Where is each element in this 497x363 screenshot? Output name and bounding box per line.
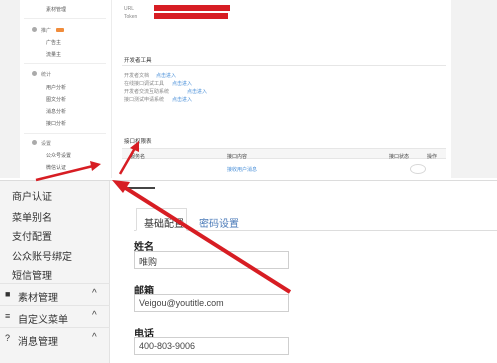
col-action: 操作 xyxy=(427,154,438,160)
sidebar-divider xyxy=(24,63,106,64)
status-indicator xyxy=(410,164,426,174)
menu-item-sms-manage[interactable]: 短信管理 xyxy=(12,267,52,282)
sidebar-item-user-analysis[interactable]: 用户分析 xyxy=(46,84,66,91)
divider xyxy=(122,65,446,66)
new-badge xyxy=(56,28,64,32)
stats-icon xyxy=(32,71,37,76)
name-field[interactable]: 唯购 xyxy=(134,251,289,269)
header-underline xyxy=(124,187,155,189)
background-admin-screenshot: 素材管理 推广 广告主 流量主 统计 用户分析 图文分析 消息分析 接口分析 设… xyxy=(0,0,497,178)
tool-label: 接口测试申请系统 xyxy=(124,97,165,103)
chat-icon: ? xyxy=(5,333,11,343)
dev-tools-title: 开发者工具 xyxy=(124,58,152,64)
sidebar-item-api-analysis[interactable]: 接口分析 xyxy=(46,120,66,127)
menu-group-material[interactable]: ■ 素材管理 ^ xyxy=(0,283,110,304)
menu-group-custom-menu[interactable]: ≡ 自定义菜单 ^ xyxy=(0,305,110,326)
settings-content: 基础配置 密码设置 姓名 唯购 邮箱 Veigou@youtitle.com 电… xyxy=(110,181,497,363)
col-service: 服务名 xyxy=(130,154,146,160)
admin-main-panel: URL Token 开发者工具 开发者文档 点击进入 在线接口调试工具 点击进入… xyxy=(111,0,451,178)
menu-group-label: 消息管理 xyxy=(18,337,58,348)
menu-group-label: 自定义菜单 xyxy=(18,315,68,326)
sidebar-item-account-settings[interactable]: 公众号设置 xyxy=(46,152,71,159)
url-label: URL xyxy=(124,6,135,12)
phone-field[interactable]: 400-803-9006 xyxy=(134,337,289,355)
menu-item-payment-config[interactable]: 支付配置 xyxy=(12,228,52,243)
tool-link[interactable]: 点击进入 xyxy=(187,88,207,95)
menu-item-merchant-verify[interactable]: 商户认证 xyxy=(12,188,52,203)
sidebar-item-wechat-verify[interactable]: 微信认证 xyxy=(46,164,66,171)
sidebar-item-publisher[interactable]: 流量主 xyxy=(46,51,61,58)
chevron-up-icon[interactable]: ^ xyxy=(92,288,97,299)
sidebar-group-stats[interactable]: 统计 xyxy=(41,71,51,78)
tool-label: 开发者交流互助系统 xyxy=(124,89,170,95)
sidebar-divider xyxy=(24,18,106,19)
chevron-up-icon[interactable]: ^ xyxy=(92,310,97,321)
redacted-url xyxy=(154,5,230,11)
tab-password-settings[interactable]: 密码设置 xyxy=(199,215,239,230)
tool-label: 开发者文档 xyxy=(124,73,150,79)
page-gutter xyxy=(451,0,497,178)
left-menu: 商户认证 菜单别名 支付配置 公众账号绑定 短信管理 ■ 素材管理 ^ ≡ 自定… xyxy=(0,181,110,363)
menu-item-account-binding[interactable]: 公众账号绑定 xyxy=(12,248,72,263)
sidebar-group-promotion[interactable]: 推广 xyxy=(41,27,51,34)
settings-icon xyxy=(32,140,37,145)
admin-sidebar: 素材管理 推广 广告主 流量主 统计 用户分析 图文分析 消息分析 接口分析 设… xyxy=(20,0,111,178)
col-status: 接口状态 xyxy=(389,154,410,160)
menu-group-messages[interactable]: ? 消息管理 ^ xyxy=(0,327,110,348)
tab-basic-config-label[interactable]: 基础配置 xyxy=(144,215,184,230)
sidebar-item-article-analysis[interactable]: 图文分析 xyxy=(46,96,66,103)
foreground-settings-page: 商户认证 菜单别名 支付配置 公众账号绑定 短信管理 ■ 素材管理 ^ ≡ 自定… xyxy=(0,180,497,363)
col-content: 接口内容 xyxy=(227,154,248,160)
tool-label: 在线接口调试工具 xyxy=(124,81,165,87)
tabs-divider xyxy=(134,230,497,231)
sidebar-divider xyxy=(24,133,106,134)
sidebar-item-material[interactable]: 素材管理 xyxy=(46,6,66,13)
table-row-link[interactable]: 接收用户消息 xyxy=(227,166,257,173)
tool-link[interactable]: 点击进入 xyxy=(172,80,192,87)
sidebar-item-advertiser[interactable]: 广告主 xyxy=(46,39,61,46)
menu-icon: ≡ xyxy=(5,311,11,321)
tool-link[interactable]: 点击进入 xyxy=(156,72,176,79)
menu-item-menu-alias[interactable]: 菜单别名 xyxy=(12,209,52,224)
redacted-token xyxy=(154,13,228,19)
menu-group-label: 素材管理 xyxy=(18,293,58,304)
token-label: Token xyxy=(124,14,138,20)
promotion-icon xyxy=(32,27,37,32)
sidebar-item-message-analysis[interactable]: 消息分析 xyxy=(46,108,66,115)
permission-table-title: 接口权限表 xyxy=(124,139,152,145)
folder-icon: ■ xyxy=(5,289,11,299)
chevron-up-icon[interactable]: ^ xyxy=(92,332,97,343)
sidebar-group-settings[interactable]: 设置 xyxy=(41,140,51,147)
tool-link[interactable]: 点击进入 xyxy=(172,96,192,103)
email-field[interactable]: Veigou@youtitle.com xyxy=(134,294,289,312)
